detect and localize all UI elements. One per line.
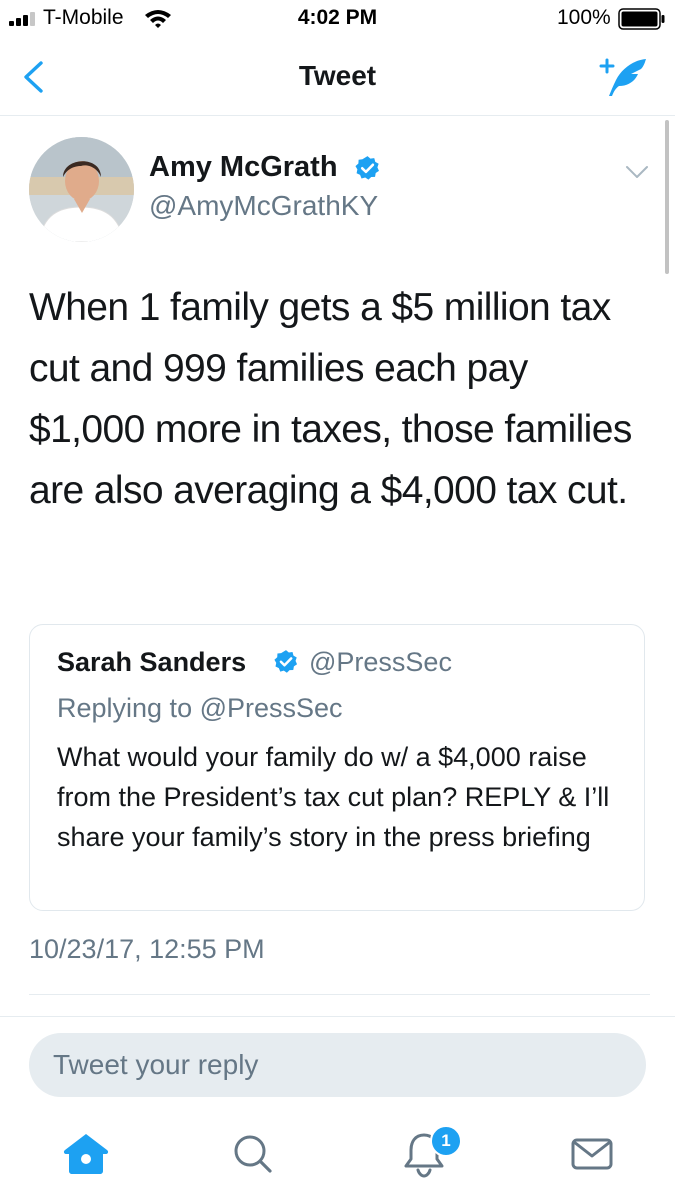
reply-input[interactable] bbox=[29, 1033, 646, 1097]
divider bbox=[29, 994, 650, 995]
chevron-down-icon[interactable] bbox=[624, 163, 650, 181]
author-name[interactable]: Amy McGrath bbox=[149, 151, 338, 184]
page-title: Tweet bbox=[298, 60, 377, 91]
battery-percent: 100% bbox=[557, 6, 611, 29]
tweet-timestamp: 10/23/17, 12:55 PM bbox=[29, 934, 265, 964]
author-handle[interactable]: @AmyMcGrathKY bbox=[149, 190, 378, 222]
avatar[interactable] bbox=[29, 137, 134, 242]
quoted-tweet[interactable]: Sarah Sanders @PressSec Replying to @Pre… bbox=[29, 624, 645, 911]
tab-bar: 1 bbox=[0, 1112, 675, 1200]
notification-count-badge: 1 bbox=[430, 1125, 462, 1157]
search-icon bbox=[234, 1135, 272, 1173]
status-bar: T-Mobile 4:02 PM 100% bbox=[0, 0, 675, 38]
compose-tweet-icon[interactable] bbox=[598, 56, 650, 98]
replying-to-label: Replying to @PressSec bbox=[57, 693, 343, 723]
quoted-author-handle: @PressSec bbox=[309, 647, 452, 677]
nav-bar: Tweet bbox=[0, 38, 675, 116]
messages-icon bbox=[571, 1138, 613, 1170]
tab-messages[interactable] bbox=[564, 1126, 620, 1182]
verified-badge-icon bbox=[355, 156, 379, 180]
divider bbox=[0, 1016, 675, 1017]
scrollbar[interactable] bbox=[665, 120, 669, 274]
tab-search[interactable] bbox=[225, 1126, 281, 1182]
verified-badge-icon bbox=[274, 650, 298, 673]
tweet-text: When 1 family gets a $5 million tax cut … bbox=[29, 286, 632, 512]
battery-icon bbox=[618, 8, 665, 30]
quoted-author-name: Sarah Sanders bbox=[57, 647, 247, 677]
quoted-tweet-text: What would your family do w/ a $4,000 ra… bbox=[57, 742, 610, 852]
home-icon bbox=[63, 1134, 109, 1174]
tab-home[interactable] bbox=[58, 1126, 114, 1182]
